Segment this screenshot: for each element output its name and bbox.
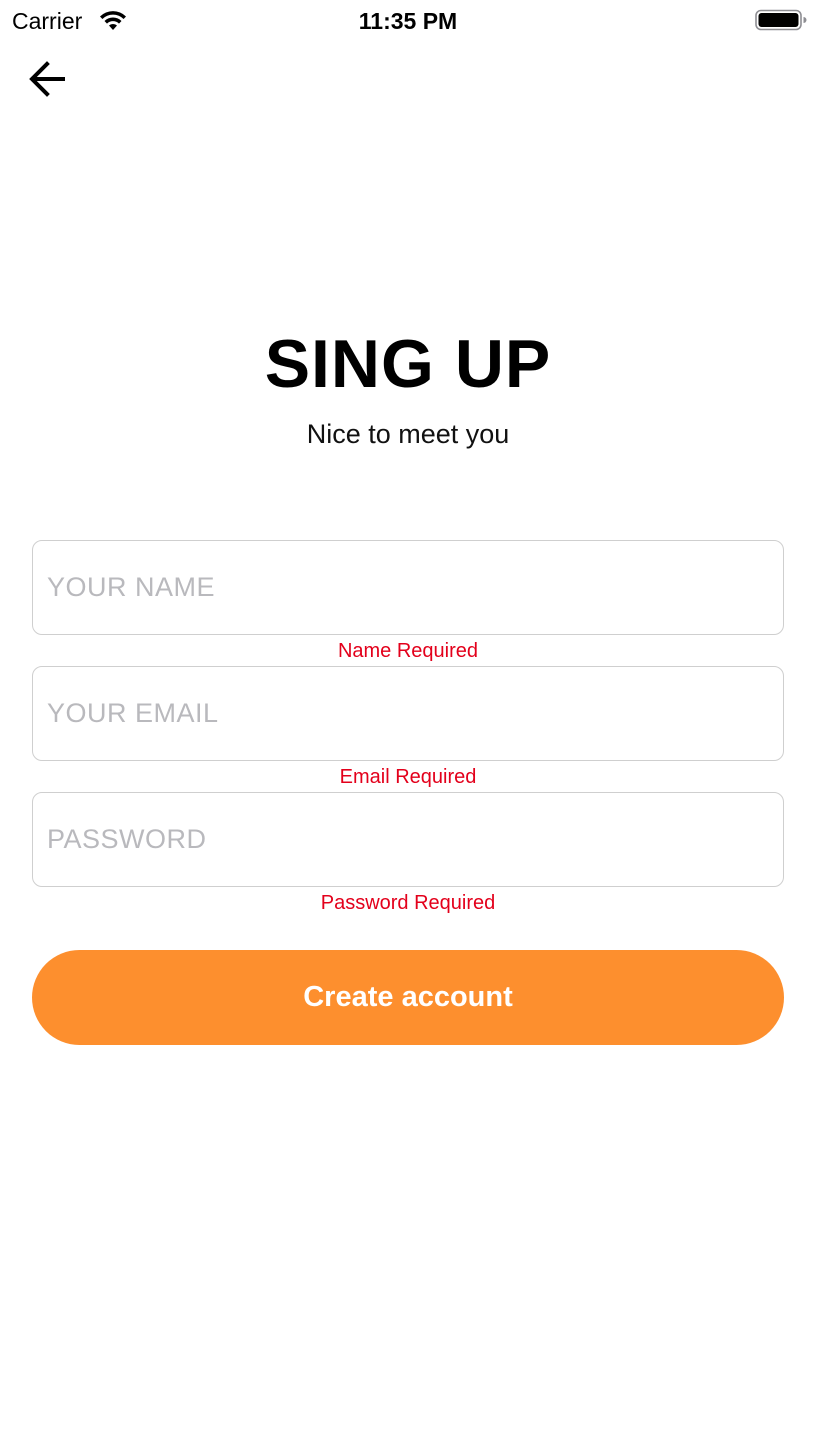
password-input[interactable] bbox=[33, 793, 783, 886]
status-time: 11:35 PM bbox=[358, 8, 458, 34]
email-error-message: Email Required bbox=[339, 766, 477, 788]
back-button[interactable] bbox=[24, 58, 70, 104]
page-subtitle: Nice to meet you bbox=[306, 419, 510, 449]
arrow-left-icon bbox=[27, 59, 67, 104]
password-field-container bbox=[32, 792, 784, 887]
name-error-message: Name Required bbox=[337, 640, 479, 662]
page-title: SING UP bbox=[264, 326, 552, 402]
name-input[interactable] bbox=[33, 541, 783, 634]
battery-icon bbox=[755, 9, 807, 31]
status-bar: Carrier 11:35 PM bbox=[0, 0, 816, 40]
email-input[interactable] bbox=[33, 667, 783, 760]
create-account-button[interactable]: Create account bbox=[32, 950, 784, 1045]
name-field-container bbox=[32, 540, 784, 635]
password-error-message: Password Required bbox=[320, 892, 496, 914]
email-field-container bbox=[32, 666, 784, 761]
